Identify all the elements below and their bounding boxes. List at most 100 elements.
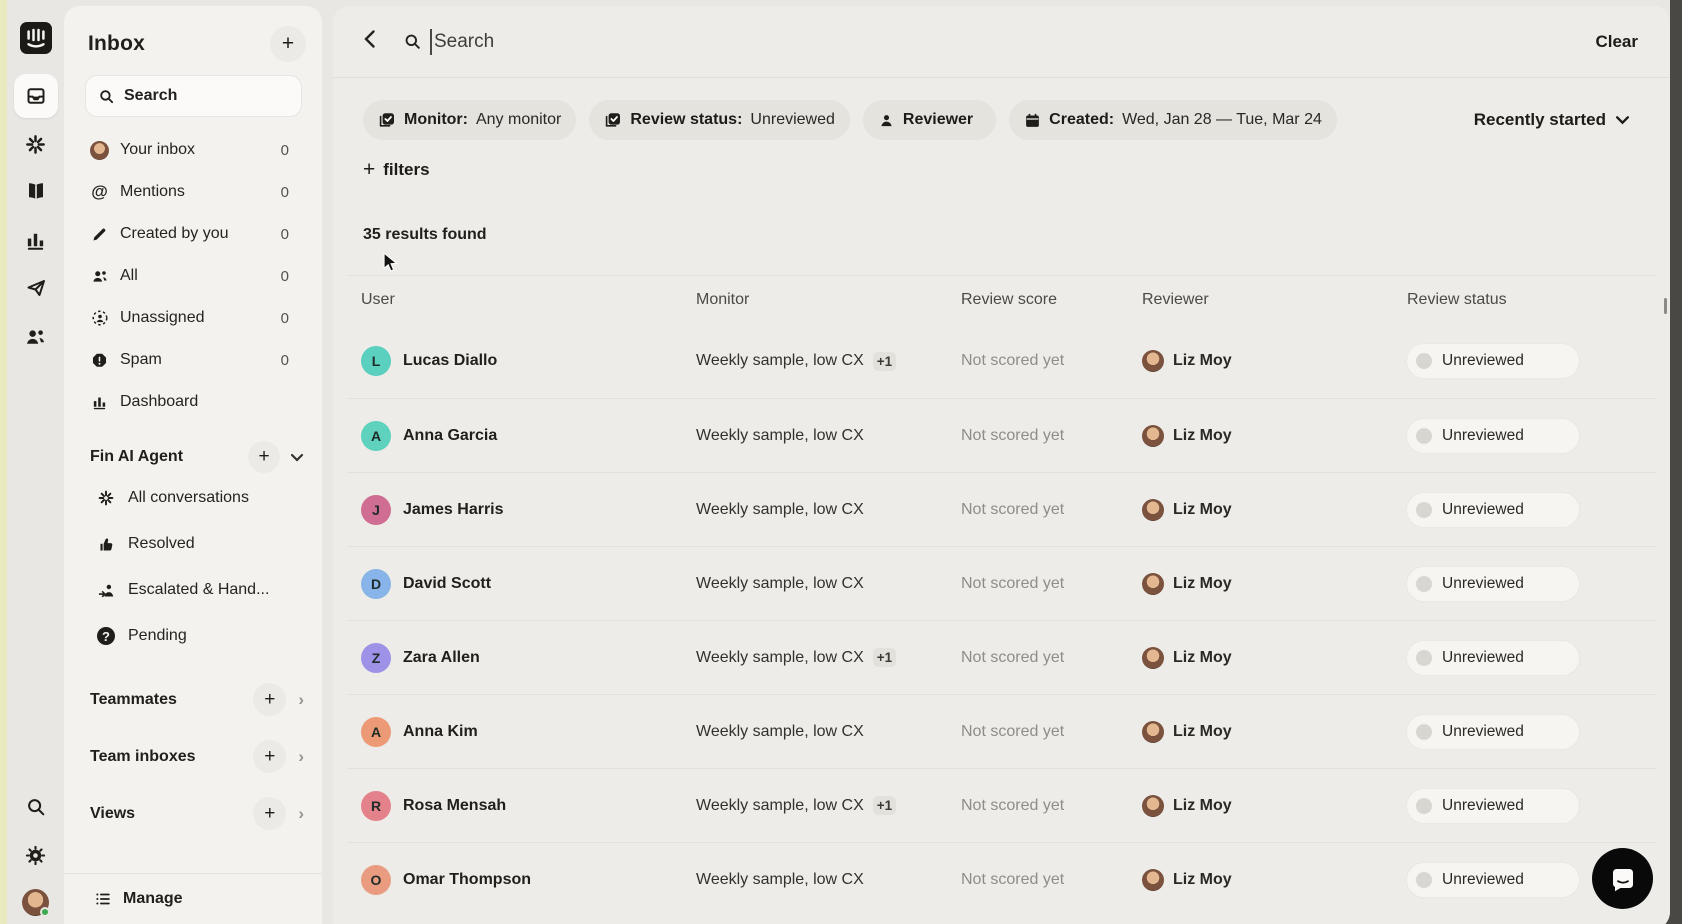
sidebar-item-dashboard[interactable]: Dashboard (64, 381, 322, 423)
review-status-toggle[interactable]: Unreviewed (1407, 788, 1579, 823)
status-label: Unreviewed (1442, 574, 1524, 592)
monitor-value: Weekly sample, low CX (696, 426, 864, 444)
scrollbar-thumb[interactable] (1664, 298, 1667, 314)
nav-inbox-button[interactable] (13, 74, 58, 118)
user-avatar: R (361, 790, 391, 821)
review-score-value: Not scored yet (961, 648, 1065, 666)
filter-chip-review-status[interactable]: Review status: Unreviewed (589, 100, 850, 140)
nav-knowledge-button[interactable] (14, 170, 58, 214)
table-row[interactable]: A Anna Garcia Weekly sample, low CX Not … (347, 398, 1656, 472)
user-avatar: L (361, 346, 391, 376)
filter-chip-monitor[interactable]: Monitor: Any monitor (363, 100, 577, 140)
user-avatar: A (361, 420, 391, 451)
nav-fin-ai-button[interactable] (14, 122, 58, 166)
table-row[interactable]: O Omar Thompson Weekly sample, low CX No… (347, 842, 1656, 916)
sidebar-item-all-conversations[interactable]: All conversations (64, 475, 322, 521)
column-header-user[interactable]: User (361, 291, 696, 309)
review-status-toggle[interactable]: Unreviewed (1407, 862, 1579, 897)
chevron-down-icon[interactable] (290, 450, 304, 465)
clear-button[interactable]: Clear (1595, 32, 1638, 52)
search-icon (100, 89, 114, 103)
rail-search-button[interactable] (14, 785, 58, 829)
sidebar-item-pending[interactable]: ? Pending (64, 613, 322, 659)
add-filters-button[interactable]: + filters (363, 158, 1670, 182)
column-header-reviewer[interactable]: Reviewer (1142, 291, 1407, 309)
review-status-toggle[interactable]: Unreviewed (1407, 640, 1579, 675)
teammates-add-button[interactable]: + (253, 683, 287, 716)
nav-outbound-button[interactable] (14, 266, 58, 310)
screen-right-edge (1670, 0, 1682, 924)
team-inboxes-add-button[interactable]: + (253, 740, 287, 773)
column-header-review-score[interactable]: Review score (961, 291, 1142, 309)
status-dot-icon (1416, 575, 1432, 592)
sidebar-item-created-by-you[interactable]: Created by you 0 (64, 213, 322, 255)
reviewer-name: Liz Moy (1173, 722, 1232, 740)
reviewer-name: Liz Moy (1173, 648, 1232, 666)
sidebar-item-mentions[interactable]: @ Mentions 0 (64, 171, 322, 213)
sidebar-item-escalated[interactable]: Escalated & Hand... (64, 567, 322, 613)
column-header-review-status[interactable]: Review status (1407, 291, 1656, 309)
table-row[interactable]: A Anna Kim Weekly sample, low CX Not sco… (347, 694, 1656, 768)
pending-icon: ? (96, 627, 116, 645)
review-status-toggle[interactable]: Unreviewed (1407, 714, 1579, 749)
reviewer-avatar (1142, 424, 1164, 447)
review-score-value: Not scored yet (961, 870, 1065, 888)
fin-add-button[interactable]: + (248, 441, 280, 473)
table-row[interactable]: D David Scott Weekly sample, low CX Not … (347, 546, 1656, 620)
table-row[interactable]: J James Harris Weekly sample, low CX Not… (347, 472, 1656, 546)
search-results-panel: Search Clear Monitor: Any monitor Review … (333, 6, 1670, 924)
intercom-launcher-button[interactable] (1592, 848, 1653, 909)
plus-icon: + (363, 158, 376, 181)
sidebar-group-teammates[interactable]: Teammates + › (64, 671, 322, 728)
filter-bar: Monitor: Any monitor Review status: Unrevi… (333, 78, 1670, 140)
review-status-toggle[interactable]: Unreviewed (1407, 418, 1579, 453)
intercom-logo-icon[interactable] (19, 22, 52, 54)
rail-settings-button[interactable] (14, 833, 58, 877)
manage-button[interactable]: Manage (64, 873, 322, 924)
sidebar-search-input[interactable]: Search (86, 76, 301, 116)
person-icon (881, 114, 892, 126)
views-add-button[interactable]: + (253, 797, 287, 830)
new-conversation-button[interactable]: + (270, 26, 306, 62)
sidebar-item-resolved[interactable]: Resolved (64, 521, 322, 567)
review-status-toggle[interactable]: Unreviewed (1407, 492, 1579, 527)
fin-section-title: Fin AI Agent (90, 448, 184, 465)
sidebar-item-unassigned[interactable]: Unassigned 0 (64, 297, 322, 339)
fin-ai-icon (26, 134, 45, 154)
sort-dropdown[interactable]: Recently started (1474, 110, 1630, 130)
sidebar-group-views[interactable]: Views + › (64, 785, 322, 842)
review-status-toggle[interactable]: Unreviewed (1407, 344, 1579, 378)
table-row[interactable]: Z Zara Allen Weekly sample, low CX +1 No… (347, 620, 1656, 694)
filter-chip-created[interactable]: Created: Wed, Jan 28 — Tue, Mar 24 (1009, 100, 1337, 140)
status-dot-icon (1416, 871, 1432, 888)
count-badge: 0 (280, 183, 289, 201)
sidebar-item-all[interactable]: All 0 (64, 255, 322, 297)
reviewer-avatar (1142, 572, 1164, 595)
status-dot-icon (1416, 353, 1432, 369)
review-score-value: Not scored yet (961, 426, 1065, 444)
thumb-up-icon (96, 536, 116, 553)
count-badge: 0 (280, 225, 289, 243)
sidebar-group-team-inboxes[interactable]: Team inboxes + › (64, 728, 322, 785)
nav-contacts-button[interactable] (14, 314, 58, 358)
profile-avatar[interactable] (22, 889, 50, 917)
reviewer-avatar (1142, 350, 1164, 372)
table-row[interactable]: R Rosa Mensah Weekly sample, low CX +1 N… (347, 768, 1656, 842)
sidebar-item-spam[interactable]: Spam 0 (64, 339, 322, 381)
unassigned-icon (90, 309, 109, 327)
user-avatar: D (361, 568, 391, 599)
table-row[interactable]: L Lucas Diallo Weekly sample, low CX +1 … (347, 324, 1656, 398)
status-dot-icon (1416, 427, 1432, 444)
manage-list-icon (96, 893, 110, 905)
review-status-toggle[interactable]: Unreviewed (1407, 566, 1579, 601)
search-input[interactable]: Search (434, 31, 494, 53)
screen-left-edge (0, 0, 7, 924)
filter-chip-reviewer[interactable]: Reviewer (862, 100, 997, 140)
sidebar-item-your-inbox[interactable]: Your inbox 0 (64, 129, 322, 171)
status-label: Unreviewed (1442, 796, 1524, 814)
monitor-value: Weekly sample, low CX (696, 796, 864, 814)
nav-reports-button[interactable] (14, 218, 58, 262)
column-header-monitor[interactable]: Monitor (696, 291, 961, 309)
user-name: Rosa Mensah (403, 796, 507, 814)
back-button[interactable] (363, 28, 393, 56)
